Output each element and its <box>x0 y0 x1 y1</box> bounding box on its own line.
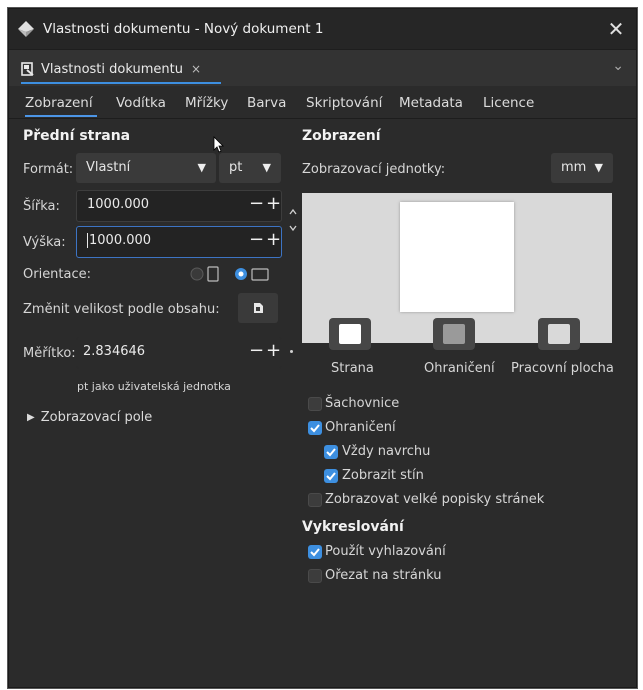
width-value: 1000.000 <box>87 197 150 212</box>
format-dropdown[interactable]: Vlastní ▼ <box>76 153 216 183</box>
close-tab-icon[interactable]: × <box>191 62 201 76</box>
checkerboard-checkbox[interactable] <box>308 397 322 411</box>
checkmark-icon <box>326 448 336 457</box>
app-logo-icon <box>18 21 34 37</box>
dock-tab-document-properties[interactable]: Vlastnosti dokumentu × <box>21 56 201 82</box>
portrait-page-icon <box>207 266 219 282</box>
scale-link-dot <box>290 350 293 353</box>
border-label: Ohraničení <box>325 420 396 435</box>
border-checkbox[interactable] <box>308 421 322 435</box>
always-on-top-label: Vždy navrchu <box>342 444 431 459</box>
resize-to-content-button[interactable] <box>238 293 278 323</box>
display-heading: Zobrazení <box>302 128 381 144</box>
checkmark-icon <box>310 424 320 433</box>
landscape-page-icon <box>251 268 269 281</box>
page-color-button[interactable] <box>329 318 371 350</box>
tab-display[interactable]: Zobrazení <box>25 95 93 111</box>
border-color-label: Ohraničení <box>424 361 495 376</box>
width-decrement-button[interactable]: − <box>249 193 264 214</box>
unit-dropdown[interactable]: pt ▼ <box>219 153 281 183</box>
notebook-tabs: Zobrazení Vodítka Mřížky Barva Skriptová… <box>9 86 636 119</box>
rendering-heading: Vykreslování <box>302 519 404 535</box>
portrait-radio <box>190 267 204 281</box>
width-increment-button[interactable]: + <box>266 193 281 214</box>
page-color-label: Strana <box>331 361 374 376</box>
tab-license[interactable]: Licence <box>483 95 534 111</box>
front-page-heading: Přední strana <box>23 128 131 144</box>
antialiasing-checkbox[interactable] <box>308 545 322 559</box>
height-value: 1000.000 <box>87 233 152 248</box>
title-bar[interactable]: Vlastnosti dokumentu - Nový dokument 1 ✕ <box>9 9 636 49</box>
unit-value: pt <box>229 160 243 175</box>
resize-page-icon <box>254 303 263 313</box>
lock-ratio-chain-icon[interactable] <box>288 205 298 235</box>
dropdown-arrow-icon: ▼ <box>197 161 206 174</box>
desk-color-button[interactable] <box>538 318 580 350</box>
tab-guides[interactable]: Vodítka <box>116 95 166 111</box>
document-properties-icon <box>21 62 34 76</box>
tab-metadata[interactable]: Metadata <box>399 95 463 111</box>
active-tab-indicator <box>25 115 97 117</box>
preview-page <box>400 202 514 312</box>
height-increment-button[interactable]: + <box>266 229 281 250</box>
active-dock-tab-indicator <box>21 82 221 84</box>
page-color-swatch <box>339 324 361 344</box>
width-spinbox[interactable]: 1000.000 − + <box>76 190 282 222</box>
border-color-swatch <box>443 324 465 344</box>
mouse-cursor-icon <box>213 136 224 153</box>
checkmark-icon <box>310 548 320 557</box>
tab-scripting[interactable]: Skriptování <box>306 95 382 111</box>
display-units-dropdown[interactable]: mm ▼ <box>551 153 613 183</box>
show-shadow-label: Zobrazit stín <box>342 468 424 483</box>
resize-to-content-label: Změnit velikost podle obsahu: <box>23 302 220 317</box>
dock-tab-label: Vlastnosti dokumentu <box>41 61 183 77</box>
display-units-label: Zobrazovací jednotky: <box>302 162 446 177</box>
clip-to-page-checkbox[interactable] <box>308 569 322 583</box>
scale-value: 2.834646 <box>83 344 146 359</box>
scale-note: pt jako uživatelská jednotka <box>77 380 231 393</box>
checkerboard-label: Šachovnice <box>325 396 400 411</box>
tab-grids[interactable]: Mřížky <box>185 95 228 111</box>
window-title: Vlastnosti dokumentu - Nový dokument 1 <box>43 21 324 37</box>
tab-color[interactable]: Barva <box>247 95 286 111</box>
desk-color-swatch <box>548 324 570 344</box>
checkmark-icon <box>326 472 336 481</box>
height-spinbox[interactable]: 1000.000 − + <box>76 226 282 258</box>
desk-color-label: Pracovní plocha <box>511 361 614 376</box>
dropdown-arrow-icon: ▼ <box>262 161 271 174</box>
orientation-radio-group[interactable] <box>189 265 281 283</box>
orientation-label: Orientace: <box>23 267 92 282</box>
viewbox-expander[interactable]: ▶ Zobrazovací pole <box>27 410 152 425</box>
scale-label: Měřítko: <box>23 346 76 361</box>
format-label: Formát: <box>23 162 74 177</box>
border-color-button[interactable] <box>433 318 475 350</box>
width-label: Šířka: <box>23 199 60 214</box>
close-window-button[interactable]: ✕ <box>596 17 636 41</box>
dropdown-arrow-icon: ▼ <box>594 161 603 174</box>
height-decrement-button[interactable]: − <box>249 229 264 250</box>
height-label: Výška: <box>23 235 66 250</box>
large-page-labels-label: Zobrazovat velké popisky stránek <box>325 492 545 507</box>
dock-tab-bar: Vlastnosti dokumentu × ⌄ <box>9 49 636 86</box>
document-properties-window: Vlastnosti dokumentu - Nový dokument 1 ✕… <box>8 8 637 688</box>
expander-arrow-icon: ▶ <box>27 412 35 423</box>
scale-spinbox[interactable]: 2.834646 − + <box>76 337 282 369</box>
show-shadow-checkbox[interactable] <box>324 469 338 483</box>
large-page-labels-checkbox[interactable] <box>308 493 322 507</box>
viewbox-label: Zobrazovací pole <box>40 410 153 425</box>
display-units-value: mm <box>561 160 587 175</box>
format-value: Vlastní <box>86 160 131 175</box>
scale-decrement-button[interactable]: − <box>249 340 264 361</box>
chevron-down-icon[interactable]: ⌄ <box>612 58 624 74</box>
scale-increment-button[interactable]: + <box>266 340 281 361</box>
always-on-top-checkbox[interactable] <box>324 445 338 459</box>
antialiasing-label: Použít vyhlazování <box>325 544 446 559</box>
clip-to-page-label: Ořezat na stránku <box>325 568 442 583</box>
